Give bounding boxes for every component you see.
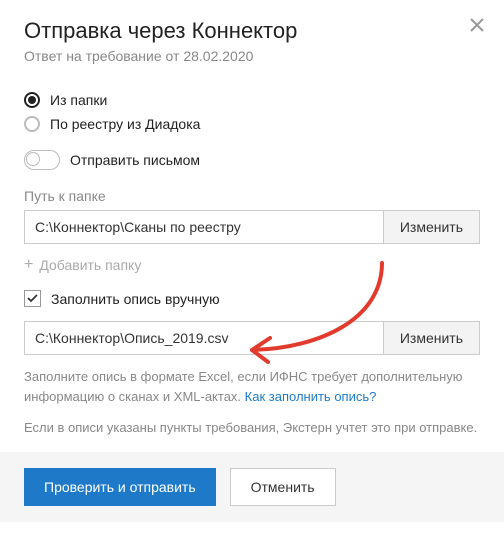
path-label: Путь к папке [24,188,480,204]
radio-label: По реестру из Диадока [50,116,200,132]
checkbox-icon [24,290,41,307]
change-inventory-button[interactable]: Изменить [384,321,480,355]
radio-icon [24,116,40,132]
source-radio-group: Из папки По реестру из Диадока [24,92,480,132]
send-via-connector-dialog: Отправка через Коннектор Ответ на требов… [0,0,504,522]
toggle-label: Отправить письмом [70,152,200,168]
check-icon [27,293,38,304]
help-text-body: Заполните опись в формате Excel, если ИФ… [24,369,463,404]
help-text: Заполните опись в формате Excel, если ИФ… [24,367,480,406]
inventory-path-input[interactable] [24,321,384,355]
manual-inventory-label: Заполнить опись вручную [51,291,220,307]
change-folder-button[interactable]: Изменить [384,210,480,244]
help-link[interactable]: Как заполнить опись? [245,389,377,404]
plus-icon: + [24,256,33,274]
close-button[interactable] [468,16,486,34]
folder-path-row: Изменить [24,210,480,244]
radio-from-diadoc[interactable]: По реестру из Диадока [24,116,480,132]
dialog-title: Отправка через Коннектор [24,18,480,44]
send-letter-toggle[interactable] [24,150,60,170]
note-text: Если в описи указаны пункты требования, … [24,418,480,438]
inventory-path-row: Изменить [24,321,480,355]
radio-label: Из папки [50,92,107,108]
add-folder-label: Добавить папку [39,257,141,273]
send-letter-toggle-row: Отправить письмом [24,150,480,170]
manual-inventory-checkbox-row[interactable]: Заполнить опись вручную [24,290,480,307]
folder-path-input[interactable] [24,210,384,244]
cancel-button[interactable]: Отменить [230,468,336,506]
submit-button[interactable]: Проверить и отправить [24,468,216,506]
radio-from-folder[interactable]: Из папки [24,92,480,108]
radio-icon [24,92,40,108]
add-folder-link[interactable]: + Добавить папку [24,256,480,274]
close-icon [468,16,486,34]
dialog-subtitle: Ответ на требование от 28.02.2020 [24,48,480,64]
dialog-footer: Проверить и отправить Отменить [0,452,504,522]
